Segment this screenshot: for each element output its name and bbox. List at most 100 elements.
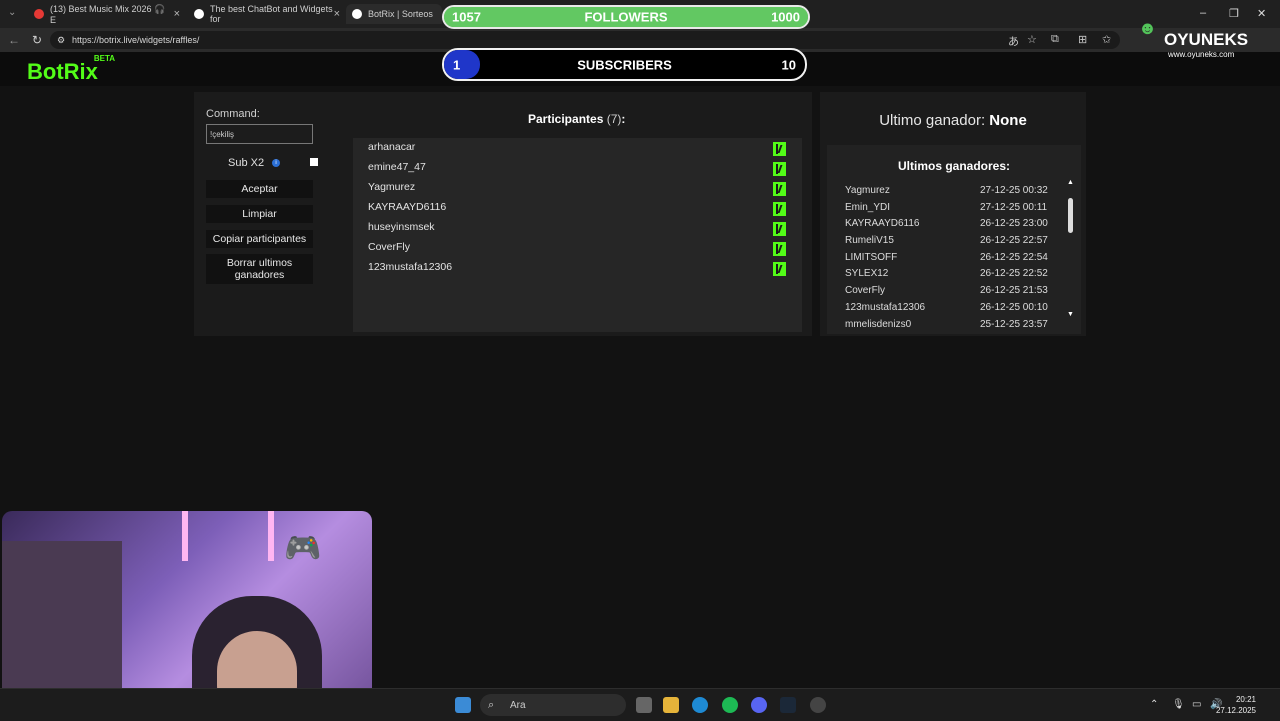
participants-title: Participantes (7): xyxy=(528,112,626,126)
star-icon[interactable]: ☆ xyxy=(1027,33,1037,46)
extensions-icon[interactable]: ⧉ xyxy=(1051,33,1059,46)
info-icon[interactable]: i xyxy=(272,159,280,167)
delete-winners-button[interactable]: Borrar ultimos ganadores xyxy=(206,254,313,284)
last-winner-value: None xyxy=(989,112,1027,129)
watermark-text: OYUNEKS xyxy=(1164,30,1249,49)
accept-button[interactable]: Aceptar xyxy=(206,180,313,198)
tab-chatbot[interactable]: The best ChatBot and Widgets for × xyxy=(188,4,346,24)
kick-icon xyxy=(773,142,786,156)
microphone-icon[interactable]: 🎙 xyxy=(1172,699,1185,710)
kick-icon xyxy=(773,182,786,196)
list-item[interactable]: 123mustafa12306 xyxy=(368,261,786,279)
table-row: RumeliV15 26-12-25 22:57 xyxy=(845,235,1065,252)
participant-name: huseyinsmsek xyxy=(368,221,435,233)
table-row: KAYRAAYD6116 26-12-25 23:00 xyxy=(845,218,1065,235)
steam-icon[interactable] xyxy=(780,697,796,713)
table-row: Yagmurez 27-12-25 00:32 xyxy=(845,185,1065,202)
reload-icon[interactable]: ↻ xyxy=(32,33,42,47)
winner-date: 26-12-25 22:57 xyxy=(980,235,1048,247)
chevron-up-icon[interactable]: ⌃ xyxy=(1150,699,1158,710)
winners-panel: Ultimo ganador: None Ultimos ganadores: … xyxy=(820,92,1086,336)
sub-x2-checkbox[interactable] xyxy=(310,158,318,166)
taskbar-search[interactable]: ⌕ Ara xyxy=(480,694,626,716)
winner-name: SYLEX12 xyxy=(845,268,889,280)
participant-name: Yagmurez xyxy=(368,181,416,193)
tab-list-chevron-icon[interactable]: ⌄ xyxy=(8,7,16,18)
favorites-icon[interactable]: ✩ xyxy=(1102,33,1111,46)
winner-name: Yagmurez xyxy=(845,185,890,196)
scrollbar-thumb[interactable] xyxy=(1068,198,1073,233)
winner-date: 27-12-25 00:11 xyxy=(980,201,1048,213)
split-icon[interactable]: ⊞ xyxy=(1078,33,1087,46)
winners-scrollbar[interactable]: ▲ ▼ xyxy=(1067,179,1075,325)
table-row: 123mustafa12306 26-12-25 00:10 xyxy=(845,302,1065,319)
winner-date: 26-12-25 22:54 xyxy=(980,251,1048,263)
botrix-icon xyxy=(194,9,204,19)
clear-button[interactable]: Limpiar xyxy=(206,205,313,223)
table-row: LIMITSOFF 26-12-25 22:54 xyxy=(845,252,1065,269)
spotify-icon[interactable] xyxy=(722,697,738,713)
network-icon[interactable]: ▭ xyxy=(1192,699,1201,710)
list-item[interactable]: huseyinsmsek xyxy=(368,221,786,239)
system-clock[interactable]: 20:21 27.12.2025 xyxy=(1216,694,1256,716)
winner-date: 25-12-25 23:57 xyxy=(980,318,1048,330)
winner-name: mmelisdenizs0 xyxy=(845,318,912,330)
windows-start-icon[interactable] xyxy=(455,697,471,713)
winner-name: 123mustafa12306 xyxy=(845,301,926,313)
sub-x2-label: Sub X2 xyxy=(228,157,265,169)
kick-icon xyxy=(773,222,786,236)
logo-text: BotRix xyxy=(27,59,98,84)
watermark-url: www.oyuneks.com xyxy=(1168,50,1235,59)
url-text: https://botrix.live/widgets/raffles/ xyxy=(72,35,200,45)
list-item[interactable]: CoverFly xyxy=(368,241,786,259)
followers-goal-bar: 1057 FOLLOWERS 1000 xyxy=(442,5,810,29)
followers-target: 1000 xyxy=(771,9,800,25)
list-item[interactable]: KAYRAAYD6116 xyxy=(368,201,786,219)
tab-label: The best ChatBot and Widgets for xyxy=(210,4,333,24)
list-item[interactable]: arhanacar xyxy=(368,141,786,159)
followers-label: FOLLOWERS xyxy=(584,9,668,25)
last-winner-label: Ultimo ganador: xyxy=(879,112,986,129)
clock-date: 27.12.2025 xyxy=(1215,706,1256,715)
table-row: mmelisdenizs0 25-12-25 23:57 xyxy=(845,319,1065,332)
winner-name: LIMITSOFF xyxy=(845,251,898,263)
kick-icon xyxy=(773,202,786,216)
last-winner: Ultimo ganador: None xyxy=(820,112,1086,129)
participants-count: (7) xyxy=(606,112,622,126)
obs-icon[interactable] xyxy=(810,697,826,713)
tab-music[interactable]: (13) Best Music Mix 2026 🎧 E × xyxy=(28,4,186,25)
copy-participants-button[interactable]: Copiar participantes xyxy=(206,230,313,248)
neon-light xyxy=(182,511,274,561)
table-row: CoverFly 26-12-25 21:53 xyxy=(845,285,1065,302)
command-input[interactable] xyxy=(206,124,313,144)
back-icon[interactable]: ← xyxy=(8,33,20,47)
table-row: SYLEX12 26-12-25 22:52 xyxy=(845,268,1065,285)
participant-name: arhanacar xyxy=(368,141,416,153)
address-bar[interactable]: ⚙ https://botrix.live/widgets/raffles/ xyxy=(50,31,1120,49)
taskbar: ⌕ Ara ⌃ 🎙 ▭ 🔊 20:21 27.12.2025 xyxy=(0,688,1280,721)
search-icon: ⌕ xyxy=(488,698,495,711)
site-info-icon[interactable]: ⚙ xyxy=(57,35,65,46)
winners-list[interactable]: Yagmurez 27-12-25 00:32 Emin_YDI 27-12-25 … xyxy=(845,185,1065,331)
edge-icon[interactable] xyxy=(692,697,708,713)
translate-icon[interactable]: あ xyxy=(1008,33,1019,49)
file-explorer-icon[interactable] xyxy=(663,697,679,713)
botrix-icon xyxy=(352,9,362,19)
scroll-up-icon[interactable]: ▲ xyxy=(1067,179,1074,186)
participants-title-text: Participantes xyxy=(528,112,604,126)
close-icon[interactable]: × xyxy=(334,8,340,20)
list-item[interactable]: emine47_47 xyxy=(368,161,786,179)
tab-sorteos[interactable]: BotRix | Sorteos xyxy=(346,4,442,24)
participant-name: CoverFly xyxy=(368,241,411,253)
command-label: Command: xyxy=(206,108,260,120)
subscribers-label: SUBSCRIBERS xyxy=(577,57,672,72)
close-icon[interactable]: × xyxy=(174,8,180,20)
task-view-icon[interactable] xyxy=(636,697,652,713)
botrix-logo[interactable]: BotRixBETA xyxy=(27,54,115,85)
mascot-icon: ☻ xyxy=(1138,18,1157,38)
scroll-down-icon[interactable]: ▼ xyxy=(1067,311,1074,318)
search-placeholder: Ara xyxy=(510,699,526,711)
winner-name: CoverFly xyxy=(845,285,886,297)
discord-icon[interactable] xyxy=(751,697,767,713)
list-item[interactable]: Yagmurez xyxy=(368,181,786,199)
